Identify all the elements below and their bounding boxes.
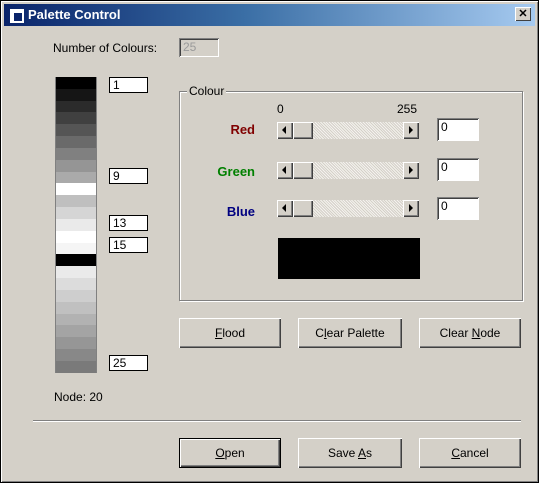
red-value-field[interactable]: 0 <box>437 118 479 141</box>
palette-swatch[interactable] <box>56 88 96 101</box>
blue-scroll-right-arrow-icon[interactable] <box>403 200 419 217</box>
title-bar[interactable]: Palette Control ✕ <box>4 4 535 26</box>
node-marker-1: 1 <box>109 77 148 93</box>
palette-swatch[interactable] <box>56 100 96 113</box>
palette-swatch[interactable] <box>56 112 96 125</box>
green-scroll-thumb[interactable] <box>293 162 313 179</box>
number-of-colours-label: Number of Colours: <box>53 41 158 55</box>
red-scroll-thumb[interactable] <box>293 122 313 139</box>
colour-group-label: Colour <box>187 84 227 98</box>
palette-swatch[interactable] <box>56 136 96 148</box>
node-status-label: Node: 20 <box>54 390 103 404</box>
palette-swatch[interactable] <box>56 313 96 326</box>
blue-label: Blue <box>226 204 255 219</box>
blue-scrollbar[interactable] <box>277 200 419 217</box>
red-label: Red <box>230 122 255 137</box>
palette-swatch[interactable] <box>56 218 96 231</box>
palette-swatch[interactable] <box>56 242 96 255</box>
node-marker-25: 25 <box>109 355 148 371</box>
palette-swatch[interactable] <box>56 195 96 208</box>
footer-divider <box>33 420 521 422</box>
red-scroll-left-arrow-icon[interactable] <box>277 122 293 139</box>
palette-swatch[interactable] <box>56 337 96 350</box>
palette-swatch[interactable] <box>56 254 96 267</box>
palette-swatch[interactable] <box>56 289 96 302</box>
palette-swatch[interactable] <box>56 278 96 290</box>
green-value-field[interactable]: 0 <box>437 158 479 181</box>
clear-node-button[interactable]: Clear Node <box>419 318 521 348</box>
save-as-button[interactable]: Save As <box>298 438 402 468</box>
palette-control-window: Palette Control ✕ Number of Colours: 25 … <box>0 0 539 483</box>
palette-swatch[interactable] <box>56 159 96 172</box>
palette-swatch[interactable] <box>56 207 96 219</box>
palette-swatch[interactable] <box>56 266 96 279</box>
blue-scroll-left-arrow-icon[interactable] <box>277 200 293 217</box>
palette-swatch[interactable] <box>56 183 96 196</box>
red-scrollbar[interactable] <box>277 122 419 139</box>
colour-preview-swatch <box>278 238 420 279</box>
close-button[interactable]: ✕ <box>515 7 531 21</box>
blue-scroll-thumb[interactable] <box>293 200 313 217</box>
app-icon <box>10 9 24 23</box>
green-scroll-right-arrow-icon[interactable] <box>403 162 419 179</box>
scale-min-label: 0 <box>277 102 284 116</box>
node-marker-15: 15 <box>109 237 148 253</box>
green-scroll-left-arrow-icon[interactable] <box>277 162 293 179</box>
number-of-colours-field[interactable]: 25 <box>179 38 219 57</box>
flood-button[interactable]: Flood <box>179 318 281 348</box>
red-scroll-right-arrow-icon[interactable] <box>403 122 419 139</box>
scale-max-label: 255 <box>397 102 418 116</box>
palette-swatch-strip[interactable] <box>55 77 97 373</box>
palette-swatch[interactable] <box>56 77 96 89</box>
palette-swatch[interactable] <box>56 360 96 373</box>
blue-value-field[interactable]: 0 <box>437 197 479 220</box>
palette-swatch[interactable] <box>56 171 96 184</box>
window-title: Palette Control <box>28 7 121 22</box>
node-marker-13: 13 <box>109 215 148 231</box>
palette-swatch[interactable] <box>56 301 96 314</box>
palette-swatch[interactable] <box>56 147 96 160</box>
green-label: Green <box>217 164 255 179</box>
palette-swatch[interactable] <box>56 230 96 243</box>
open-button[interactable]: Open <box>179 438 281 468</box>
clear-palette-button[interactable]: Clear Palette <box>298 318 402 348</box>
node-marker-9: 9 <box>109 168 148 184</box>
cancel-button[interactable]: Cancel <box>419 438 521 468</box>
palette-swatch[interactable] <box>56 124 96 137</box>
palette-swatch[interactable] <box>56 325 96 338</box>
green-scrollbar[interactable] <box>277 162 419 179</box>
palette-swatch[interactable] <box>56 349 96 361</box>
